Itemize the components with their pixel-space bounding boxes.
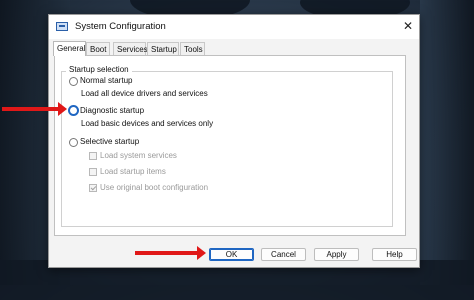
annotation-arrow-ok	[135, 246, 206, 260]
tab-general[interactable]: General	[53, 41, 86, 56]
tab-startup[interactable]: Startup	[147, 42, 179, 56]
close-icon[interactable]: ✕	[403, 19, 413, 33]
tab-boot[interactable]: Boot	[86, 42, 110, 56]
diagnostic-startup-description: Load basic devices and services only	[81, 119, 214, 128]
use-original-boot-config-checkbox[interactable]	[89, 184, 97, 192]
cancel-button[interactable]: Cancel	[261, 248, 306, 261]
normal-startup-label: Normal startup	[80, 76, 133, 85]
normal-startup-description: Load all device drivers and services	[81, 89, 208, 98]
diagnostic-startup-label: Diagnostic startup	[80, 106, 145, 115]
system-configuration-icon	[56, 22, 68, 31]
use-original-boot-config-label: Use original boot configuration	[100, 183, 209, 192]
annotation-arrow-diagnostic	[2, 102, 67, 116]
tab-services[interactable]: Services	[113, 42, 148, 56]
load-startup-items-label: Load startup items	[100, 167, 166, 176]
system-configuration-window: System Configuration ✕ General Boot Serv…	[48, 14, 420, 268]
selective-startup-label: Selective startup	[80, 137, 140, 146]
diagnostic-startup-radio[interactable]	[69, 106, 78, 115]
startup-selection-label: Startup selection	[66, 64, 132, 76]
load-system-services-checkbox[interactable]	[89, 152, 97, 160]
window-title: System Configuration	[75, 21, 166, 32]
normal-startup-radio[interactable]	[69, 77, 78, 86]
load-system-services-label: Load system services	[100, 151, 177, 160]
selective-startup-radio[interactable]	[69, 138, 78, 147]
title-bar[interactable]: System Configuration ✕	[49, 15, 419, 39]
load-startup-items-checkbox[interactable]	[89, 168, 97, 176]
apply-button[interactable]: Apply	[314, 248, 359, 261]
tab-tools[interactable]: Tools	[180, 42, 205, 56]
ok-button[interactable]: OK	[209, 248, 254, 261]
help-button[interactable]: Help	[372, 248, 417, 261]
